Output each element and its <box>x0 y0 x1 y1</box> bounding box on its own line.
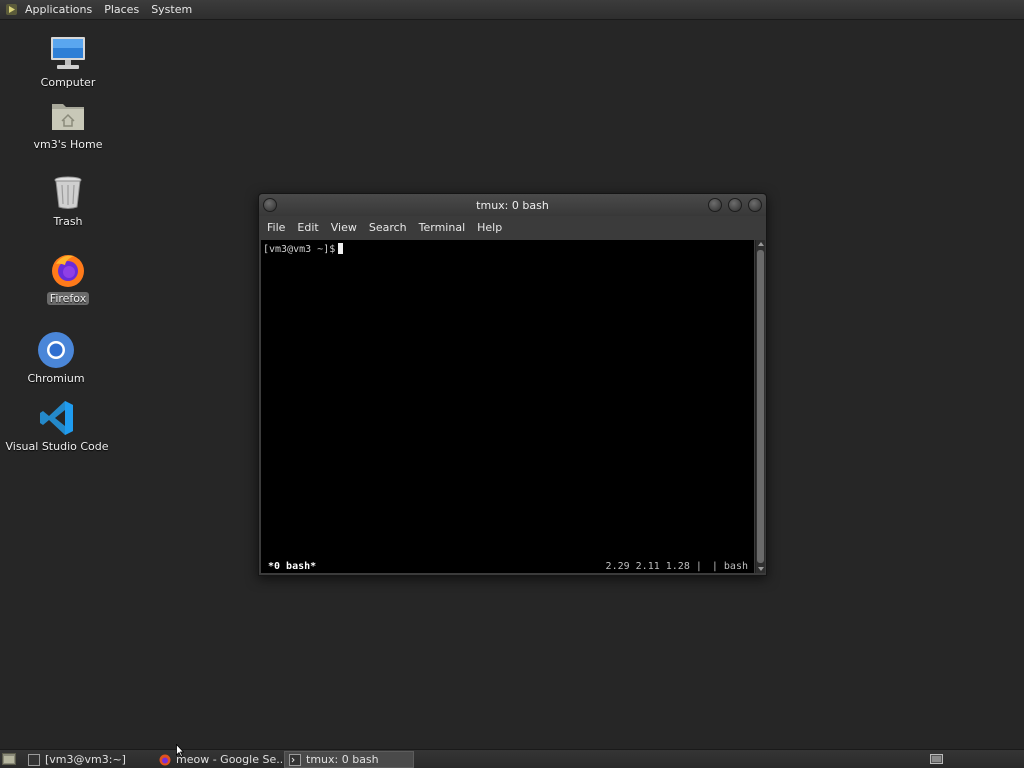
desktop-icon-home[interactable]: vm3's Home <box>18 96 118 151</box>
window-title: tmux: 0 bash <box>476 198 549 212</box>
vscode-icon <box>40 401 73 435</box>
desktop-icon-computer[interactable]: Computer <box>18 34 118 89</box>
menu-edit[interactable]: Edit <box>297 221 318 234</box>
window-menu-button[interactable] <box>263 198 277 212</box>
mouse-pointer-icon <box>176 744 184 757</box>
terminal-menubar: File Edit View Search Terminal Help <box>259 216 766 238</box>
taskbar-item-label: meow - Google Se... <box>176 753 282 766</box>
terminal-window[interactable]: tmux: 0 bash File Edit View Search Termi… <box>258 193 767 576</box>
terminal-output[interactable]: [vm3@vm3 ~]$ *0 bash* 2.29 2.11 1.28 | |… <box>261 240 754 573</box>
taskbar-item-firefox[interactable]: meow - Google Se... <box>155 751 282 768</box>
desktop-icon-label: vm3's Home <box>33 138 103 151</box>
top-panel: Applications Places System <box>0 0 1024 20</box>
tmux-separator: | <box>711 560 718 572</box>
menu-search[interactable]: Search <box>369 221 407 234</box>
taskbar-item-label: tmux: 0 bash <box>306 753 379 766</box>
prompt-text: [vm3@vm3 ~]$ <box>263 244 336 255</box>
tmux-load-average: 2.29 2.11 1.28 <box>605 560 690 572</box>
desktop-icon-trash[interactable]: Trash <box>18 173 118 228</box>
desktop: Applications Places System Computer vm3'… <box>0 0 1024 768</box>
desktop-icon-chromium[interactable]: Chromium <box>6 330 106 385</box>
bottom-panel: [vm3@vm3:~] meow - Google Se... tmux: 0 … <box>0 749 1024 768</box>
desktop-icon-label: Chromium <box>27 372 85 385</box>
taskbar-item-terminal[interactable]: [vm3@vm3:~] <box>24 751 150 768</box>
computer-icon <box>51 37 85 69</box>
menu-applications[interactable]: Applications <box>25 0 92 19</box>
desktop-icon-firefox[interactable]: Firefox <box>18 250 118 305</box>
taskbar-item-label: [vm3@vm3:~] <box>45 753 126 766</box>
desktop-icon-label: Visual Studio Code <box>5 440 109 453</box>
tmux-window-label: *0 bash* <box>268 560 317 572</box>
close-button[interactable] <box>748 198 762 212</box>
scrollbar-thumb[interactable] <box>757 250 764 563</box>
firefox-icon <box>159 754 171 765</box>
terminal-titlebar[interactable]: tmux: 0 bash <box>259 194 766 216</box>
applications-menu-icon[interactable] <box>6 4 17 15</box>
text-cursor <box>338 243 344 254</box>
terminal-icon <box>289 753 301 766</box>
tmux-separator: | <box>695 560 702 572</box>
show-desktop-icon[interactable] <box>2 753 16 765</box>
menu-terminal[interactable]: Terminal <box>419 221 466 234</box>
home-folder-icon <box>52 104 84 130</box>
firefox-icon <box>52 255 84 287</box>
shell-prompt: [vm3@vm3 ~]$ <box>263 243 344 255</box>
taskbar-item-tmux[interactable]: tmux: 0 bash <box>284 751 414 768</box>
tmux-status-bar: *0 bash* 2.29 2.11 1.28 | | bash <box>261 559 754 573</box>
workspace-switcher-icon[interactable] <box>930 754 943 764</box>
desktop-icon-label: Trash <box>53 215 83 228</box>
minimize-button[interactable] <box>708 198 722 212</box>
terminal-icon <box>28 753 40 766</box>
desktop-icon-vscode[interactable]: Visual Studio Code <box>5 398 109 453</box>
menu-file[interactable]: File <box>267 221 285 234</box>
scroll-up-arrow[interactable] <box>758 242 764 246</box>
menu-view[interactable]: View <box>331 221 357 234</box>
desktop-icon-label: Computer <box>40 76 96 89</box>
maximize-button[interactable] <box>728 198 742 212</box>
trash-icon <box>54 176 82 209</box>
terminal-scrollbar[interactable] <box>755 240 765 573</box>
menu-system[interactable]: System <box>151 0 192 19</box>
scroll-down-arrow[interactable] <box>758 567 764 571</box>
chromium-icon <box>38 332 74 368</box>
tmux-session-name: bash <box>723 560 748 572</box>
menu-places[interactable]: Places <box>104 0 139 19</box>
desktop-icon-label: Firefox <box>46 292 90 305</box>
menu-help[interactable]: Help <box>477 221 502 234</box>
